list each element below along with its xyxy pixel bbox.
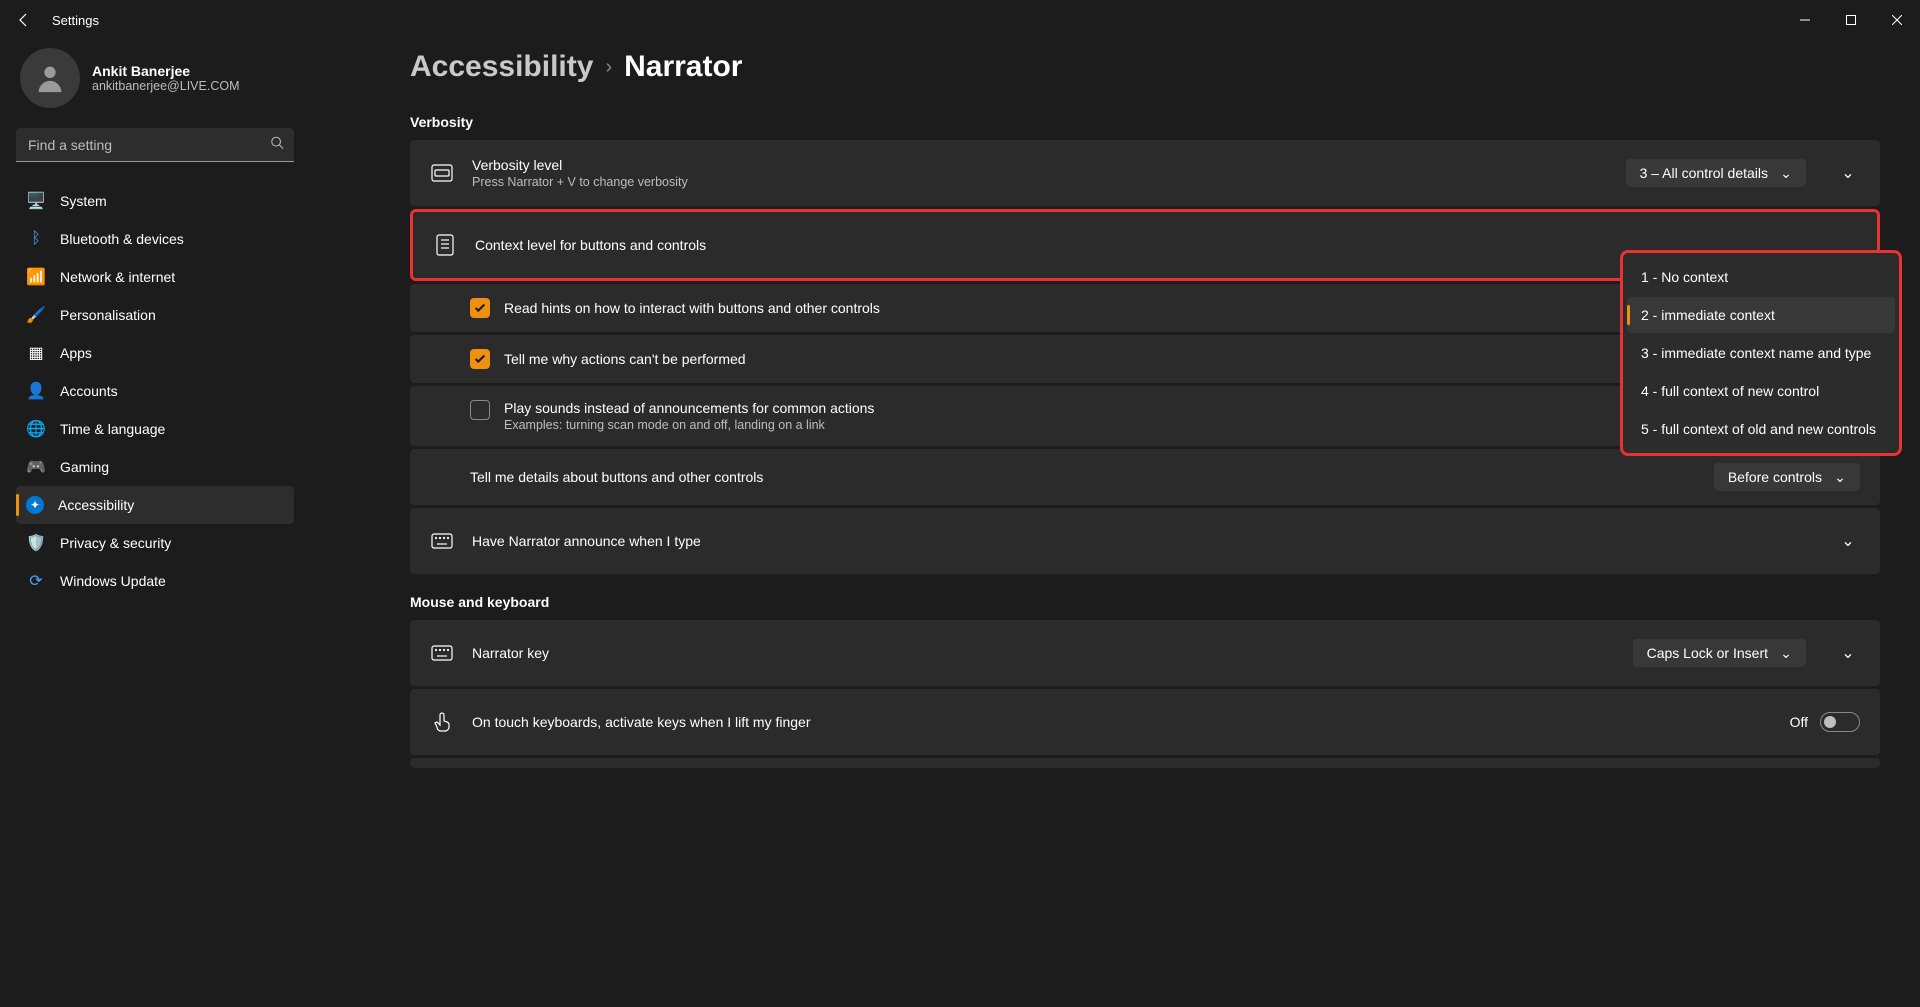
shield-icon: 🛡️ [26,533,46,553]
refresh-icon: ⟳ [26,571,46,591]
accessibility-icon: ✦ [26,496,44,514]
verbosity-level-row[interactable]: Verbosity level Press Narrator + V to ch… [410,140,1880,206]
close-button[interactable] [1874,4,1920,36]
nav-privacy[interactable]: 🛡️Privacy & security [16,524,294,562]
context-option-2[interactable]: 2 - immediate context [1627,297,1895,333]
bluetooth-icon: ᛒ [26,229,46,249]
keyboard-icon [430,529,454,553]
card-icon [430,161,454,185]
page-title: Narrator [624,50,742,84]
touch-toggle[interactable] [1820,712,1860,732]
context-level-dropdown-menu[interactable]: 1 - No context 2 - immediate context 3 -… [1620,250,1902,456]
user-name: Ankit Banerjee [92,63,239,79]
section-verbosity-title: Verbosity [410,114,1880,130]
read-hints-checkbox[interactable] [470,298,490,318]
context-option-1[interactable]: 1 - No context [1627,259,1895,295]
narrator-key-row[interactable]: Narrator key Caps Lock or Insert ⌄ ⌄ [410,620,1880,686]
why-actions-label: Tell me why actions can't be performed [504,351,746,367]
section-mouse-title: Mouse and keyboard [410,594,1880,610]
expand-button[interactable]: ⌄ [1836,641,1860,665]
touch-icon [430,710,454,734]
nav-gaming[interactable]: 🎮Gaming [16,448,294,486]
narrator-key-dropdown[interactable]: Caps Lock or Insert ⌄ [1633,639,1806,667]
announce-type-row[interactable]: Have Narrator announce when I type ⌄ [410,508,1880,574]
minimize-button[interactable] [1782,4,1828,36]
chevron-down-icon: ⌄ [1834,471,1846,483]
touch-keyboard-row[interactable]: On touch keyboards, activate keys when I… [410,689,1880,755]
play-sounds-label: Play sounds instead of announcements for… [504,400,874,416]
keyboard-icon [430,641,454,665]
chevron-down-icon: ⌄ [1841,643,1854,663]
nav-system[interactable]: 🖥️System [16,182,294,220]
expand-button[interactable]: ⌄ [1836,161,1860,185]
breadcrumb-parent[interactable]: Accessibility [410,50,593,84]
context-option-5[interactable]: 5 - full context of old and new controls [1627,411,1895,447]
play-sounds-sub: Examples: turning scan mode on and off, … [504,418,874,432]
nav-bluetooth[interactable]: ᛒBluetooth & devices [16,220,294,258]
chevron-down-icon: ⌄ [1841,531,1854,551]
why-actions-checkbox[interactable] [470,349,490,369]
touch-keyboard-title: On touch keyboards, activate keys when I… [472,714,1772,730]
user-email: ankitbanerjee@LIVE.COM [92,79,239,93]
narrator-key-title: Narrator key [472,645,1615,661]
breadcrumb: Accessibility › Narrator [410,50,1880,84]
play-sounds-checkbox[interactable] [470,400,490,420]
document-icon [433,233,457,257]
verbosity-level-title: Verbosity level [472,157,1608,173]
context-option-4[interactable]: 4 - full context of new control [1627,373,1895,409]
verbosity-level-sub: Press Narrator + V to change verbosity [472,175,1608,189]
person-icon: 👤 [26,381,46,401]
search-icon [270,136,284,155]
tell-details-label: Tell me details about buttons and other … [470,469,763,485]
apps-icon: ▦ [26,343,46,363]
nav-windows-update[interactable]: ⟳Windows Update [16,562,294,600]
window-title: Settings [52,13,99,28]
avatar [20,48,80,108]
context-option-3[interactable]: 3 - immediate context name and type [1627,335,1895,371]
announce-type-title: Have Narrator announce when I type [472,533,1806,549]
search-input[interactable] [16,128,294,162]
read-hints-label: Read hints on how to interact with butto… [504,300,880,316]
gamepad-icon: 🎮 [26,457,46,477]
chevron-down-icon: ⌄ [1841,163,1854,183]
nav-accessibility[interactable]: ✦Accessibility [16,486,294,524]
globe-icon: 🌐 [26,419,46,439]
tell-details-row: Tell me details about buttons and other … [410,449,1880,505]
back-button[interactable] [8,4,40,36]
monitor-icon: 🖥️ [26,191,46,211]
tell-details-dropdown[interactable]: Before controls ⌄ [1714,463,1860,491]
brush-icon: 🖌️ [26,305,46,325]
verbosity-level-dropdown[interactable]: 3 – All control details ⌄ [1626,159,1806,187]
nav-apps[interactable]: ▦Apps [16,334,294,372]
chevron-down-icon: ⌄ [1780,167,1792,179]
touch-toggle-label: Off [1790,714,1808,730]
wifi-icon: 📶 [26,267,46,287]
user-block[interactable]: Ankit Banerjee ankitbanerjee@LIVE.COM [16,40,294,128]
expand-button[interactable]: ⌄ [1836,529,1860,553]
nav-personalisation[interactable]: 🖌️Personalisation [16,296,294,334]
nav-time-language[interactable]: 🌐Time & language [16,410,294,448]
chevron-right-icon: › [605,56,612,79]
chevron-down-icon: ⌄ [1780,647,1792,659]
nav-accounts[interactable]: 👤Accounts [16,372,294,410]
nav-network[interactable]: 📶Network & internet [16,258,294,296]
maximize-button[interactable] [1828,4,1874,36]
